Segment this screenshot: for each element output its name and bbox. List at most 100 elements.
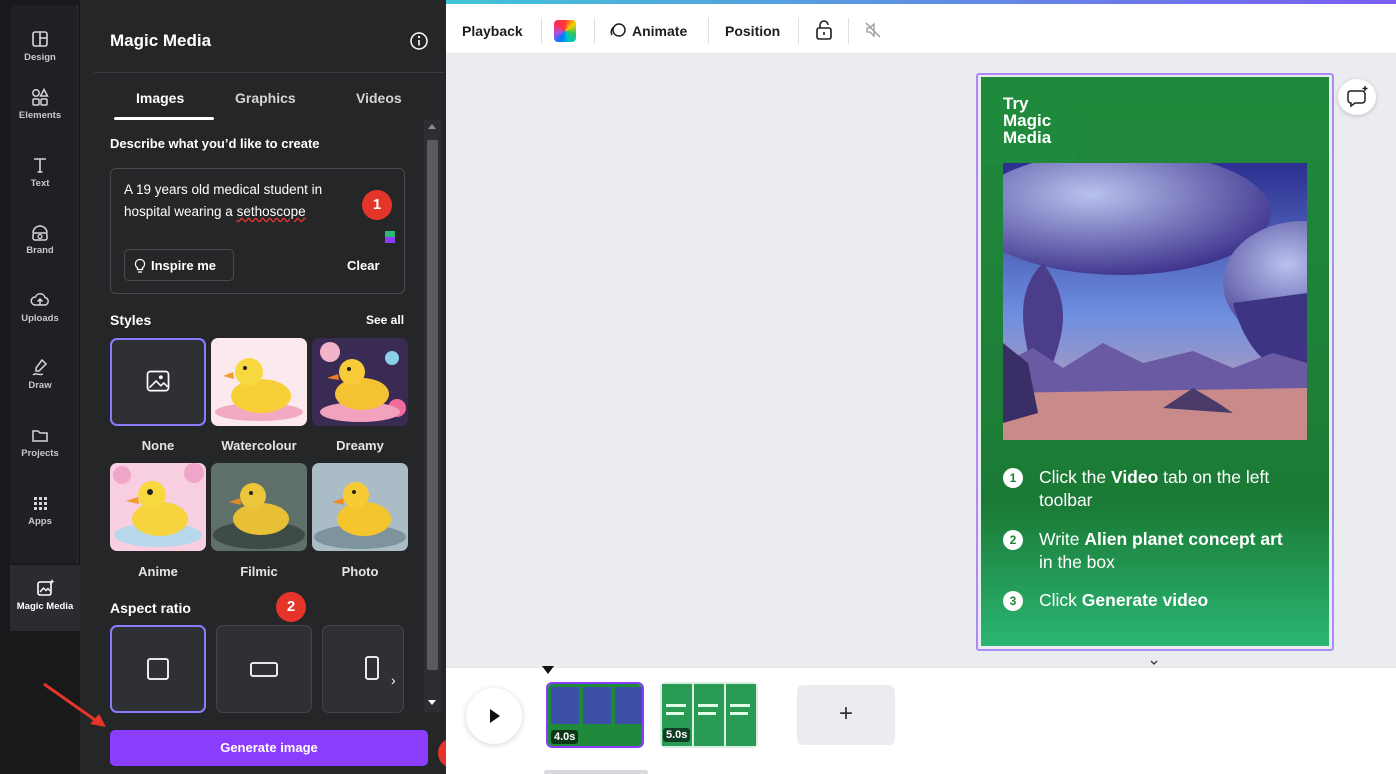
add-comment-button[interactable] — [1338, 79, 1376, 115]
style-name-filmic: Filmic — [240, 564, 278, 579]
text-icon — [34, 158, 46, 173]
rail-label: Draw — [28, 380, 52, 391]
animate-icon[interactable] — [608, 21, 628, 41]
step-2-pre: Write — [1039, 529, 1085, 549]
rail-label: Elements — [18, 110, 62, 121]
toolbar-divider — [848, 18, 849, 44]
prompt-input[interactable]: A 19 years old medical student in hospit… — [110, 168, 405, 294]
annotation-badge-2: 2 — [276, 592, 306, 622]
left-rail: Design Elements Text Brand Uploads Draw … — [0, 0, 80, 774]
rail-item-elements[interactable]: Elements — [10, 80, 70, 136]
magic-media-icon — [37, 579, 55, 596]
rail-item-brand[interactable]: Brand — [10, 215, 70, 271]
timeline-scrollbar[interactable] — [544, 770, 648, 774]
scroll-thumb[interactable] — [427, 140, 438, 670]
tab-videos[interactable]: Videos — [356, 90, 402, 106]
rail-label: Magic Media — [16, 601, 74, 612]
annotation-badge-1: 1 — [362, 190, 392, 220]
rail-item-projects[interactable]: Projects — [10, 418, 70, 474]
tab-images[interactable]: Images — [136, 90, 184, 106]
prompt-text[interactable]: A 19 years old medical student in hospit… — [124, 179, 364, 223]
toolbar-divider — [708, 18, 709, 44]
chevron-right-icon[interactable]: › — [391, 672, 401, 688]
draw-icon — [32, 358, 48, 376]
aspect-ratio-label: Aspect ratio — [110, 600, 191, 616]
position-button[interactable]: Position — [725, 23, 780, 39]
style-tile-filmic[interactable] — [211, 463, 307, 551]
step-number-3: 3 — [1003, 591, 1023, 611]
design-icon — [32, 31, 48, 47]
grammar-indicator-icon — [385, 231, 395, 243]
apps-icon — [34, 497, 47, 510]
image-placeholder-icon — [146, 370, 170, 392]
design-page[interactable]: Try Magic Media 1 Click the Video tab on… — [981, 77, 1329, 646]
rail-item-design[interactable]: Design — [10, 22, 70, 78]
rail-item-uploads[interactable]: Uploads — [10, 283, 70, 339]
step-1-bold: Video — [1110, 467, 1159, 487]
landscape-icon — [250, 662, 278, 677]
panel-scrollbar[interactable] — [424, 120, 441, 712]
step-2-post: in the box — [1039, 552, 1115, 572]
style-tile-none[interactable] — [110, 338, 206, 426]
play-button[interactable] — [466, 688, 522, 744]
timeline-clip-2[interactable]: 5.0s — [660, 682, 758, 748]
style-tile-dreamy[interactable] — [312, 338, 408, 426]
playhead-marker[interactable] — [542, 666, 554, 674]
rail-item-draw[interactable]: Draw — [10, 350, 70, 406]
aspect-landscape-option[interactable] — [216, 625, 312, 713]
clip-1-duration: 4.0s — [551, 730, 579, 744]
tab-graphics[interactable]: Graphics — [235, 90, 296, 106]
editor-toolbar: Playback Animate Position — [446, 4, 1396, 54]
unlock-icon[interactable] — [814, 19, 834, 41]
active-tab-indicator — [114, 117, 214, 120]
timeline: 4.0s 5.0s + — [446, 666, 1396, 774]
inspire-me-button[interactable]: Inspire me — [124, 249, 234, 281]
style-name-none: None — [141, 438, 175, 453]
step-1-pre: Click the — [1039, 467, 1111, 487]
rail-label: Text — [30, 178, 50, 189]
panel-title: Magic Media — [110, 31, 212, 50]
clear-button[interactable]: Clear — [347, 258, 380, 273]
lightbulb-icon — [134, 258, 146, 273]
style-tile-watercolour[interactable] — [211, 338, 307, 426]
style-tile-anime[interactable] — [110, 463, 206, 551]
rail-label: Apps — [28, 516, 52, 527]
rail-label: Projects — [21, 448, 59, 459]
generate-image-button[interactable]: Generate image — [110, 730, 428, 766]
rail-label: Uploads — [21, 313, 59, 324]
play-icon — [490, 709, 500, 723]
playback-button[interactable]: Playback — [462, 23, 523, 39]
rail-item-magic-media[interactable]: Magic Media — [10, 565, 80, 631]
magic-media-panel: Magic Media Images Graphics Videos Descr… — [80, 0, 446, 774]
info-icon[interactable] — [409, 31, 429, 51]
scroll-down-icon[interactable] — [428, 700, 436, 705]
aspect-portrait-option[interactable] — [322, 625, 404, 713]
scroll-up-icon[interactable] — [428, 124, 436, 129]
see-all-link[interactable]: See all — [366, 313, 404, 327]
style-name-watercolour: Watercolour — [221, 438, 297, 453]
duck-dreamy-image — [312, 338, 408, 426]
step-number-2: 2 — [1003, 530, 1023, 550]
prompt-label: Describe what you’d like to create — [110, 136, 320, 151]
aspect-square-option[interactable] — [110, 625, 206, 713]
add-page-button[interactable]: + — [797, 685, 895, 745]
toolbar-divider — [541, 18, 542, 44]
style-tile-photo[interactable] — [312, 463, 408, 551]
rail-item-apps[interactable]: Apps — [10, 486, 70, 542]
step-number-1: 1 — [1003, 468, 1023, 488]
step-2-bold: Alien planet concept art — [1084, 529, 1283, 549]
duck-photo-image — [312, 463, 408, 551]
duck-watercolour-image — [211, 338, 307, 426]
try-magic-media-text: Try Magic Media — [1003, 94, 1052, 147]
color-picker-icon[interactable] — [554, 20, 576, 42]
duck-anime-image — [110, 463, 206, 551]
mute-icon[interactable] — [864, 21, 882, 39]
portrait-icon — [365, 656, 379, 680]
annotation-arrow-icon — [43, 682, 106, 727]
animate-button[interactable]: Animate — [632, 23, 687, 39]
step-1-text: Click the Video tab on the left toolbar — [1039, 466, 1299, 512]
alien-planet-image[interactable] — [1003, 163, 1307, 440]
rail-item-text[interactable]: Text — [10, 148, 70, 204]
timeline-clip-1[interactable]: 4.0s — [546, 682, 644, 748]
style-name-photo: Photo — [341, 564, 379, 579]
